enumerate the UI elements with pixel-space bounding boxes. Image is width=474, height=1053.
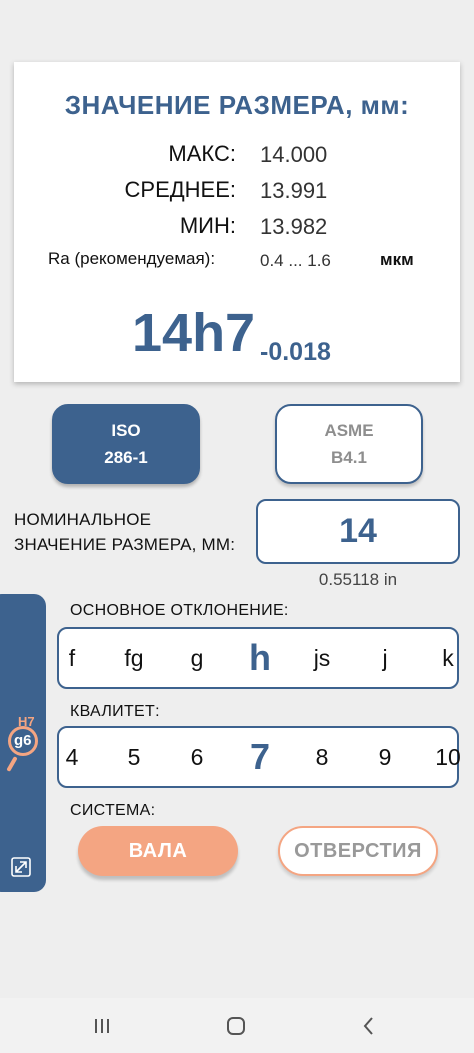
grade-option-5[interactable]: 5 xyxy=(114,728,154,786)
home-icon[interactable] xyxy=(224,1014,248,1038)
ra-label: Ra (рекомендуемая): xyxy=(48,249,216,268)
navigation-bar xyxy=(0,998,474,1053)
nominal-label-line1: НОМИНАЛЬНОЕ xyxy=(14,510,152,529)
tolerance-designation: 14h7 xyxy=(132,303,256,363)
asme-line1: ASME xyxy=(324,421,374,440)
deviation-option-fg[interactable]: fg xyxy=(114,629,154,687)
grade-selector[interactable]: 4 5 6 7 8 9 10 xyxy=(57,726,461,788)
ra-unit: мкм xyxy=(380,250,414,269)
grade-option-10[interactable]: 10 xyxy=(428,728,468,786)
ra-value: 0.4 ... 1.6 xyxy=(260,251,331,270)
deviation-option-j[interactable]: j xyxy=(365,629,405,687)
deviation-label: ОСНОВНОЕ ОТКЛОНЕНИЕ: xyxy=(70,602,289,619)
tolerance-deviation: -0.018 xyxy=(260,338,331,366)
mean-label: СРЕДНЕЕ: xyxy=(124,177,236,202)
grade-option-8[interactable]: 8 xyxy=(302,728,342,786)
system-label: СИСТЕМА: xyxy=(70,802,156,819)
result-title: ЗНАЧЕНИЕ РАЗМЕРА, мм: xyxy=(64,90,410,120)
nominal-size-input[interactable]: 14 xyxy=(256,499,460,564)
grade-option-9[interactable]: 9 xyxy=(365,728,405,786)
min-label: МИН: xyxy=(179,213,236,238)
max-label: МАКС: xyxy=(168,141,236,166)
grade-label: КВАЛИТЕТ: xyxy=(70,703,160,720)
asme-standard-button[interactable]: ASME B4.1 xyxy=(275,404,423,484)
deviation-option-k[interactable]: k xyxy=(428,629,468,687)
shaft-system-button[interactable]: ВАЛА xyxy=(78,826,238,876)
min-value: 13.982 xyxy=(260,214,328,239)
expand-icon[interactable] xyxy=(9,855,33,879)
iso-line1: ISO xyxy=(111,421,141,440)
nominal-label-line2: ЗНАЧЕНИЕ РАЗМЕРА, ММ: xyxy=(14,535,236,554)
nominal-size-label: НОМИНАЛЬНОЕ ЗНАЧЕНИЕ РАЗМЕРА, ММ: xyxy=(14,507,235,557)
deviation-option-js[interactable]: js xyxy=(302,629,342,687)
grade-option-6[interactable]: 6 xyxy=(177,728,217,786)
back-icon[interactable] xyxy=(357,1014,381,1038)
mean-value: 13.991 xyxy=(260,178,328,203)
grade-option-4[interactable]: 4 xyxy=(52,728,92,786)
nominal-size-inches: 0.55118 in xyxy=(318,570,398,589)
max-value: 14.000 xyxy=(260,142,328,167)
grade-option-7[interactable]: 7 xyxy=(240,728,280,786)
result-card: ЗНАЧЕНИЕ РАЗМЕРА, мм: МАКС: 14.000 СРЕДН… xyxy=(14,62,460,382)
recent-apps-icon[interactable] xyxy=(90,1014,114,1038)
deviation-option-g[interactable]: g xyxy=(177,629,217,687)
asme-line2: B4.1 xyxy=(331,448,367,467)
iso-line2: 286-1 xyxy=(104,448,148,467)
deviation-option-f[interactable]: f xyxy=(52,629,92,687)
deviation-option-h[interactable]: h xyxy=(240,629,280,687)
shaft-fit-label: g6 xyxy=(14,732,32,749)
hole-system-button[interactable]: ОТВЕРСТИЯ xyxy=(278,826,438,876)
deviation-selector[interactable]: f fg g h js j k xyxy=(57,627,459,689)
iso-standard-button[interactable]: ISO 286-1 xyxy=(52,404,200,484)
